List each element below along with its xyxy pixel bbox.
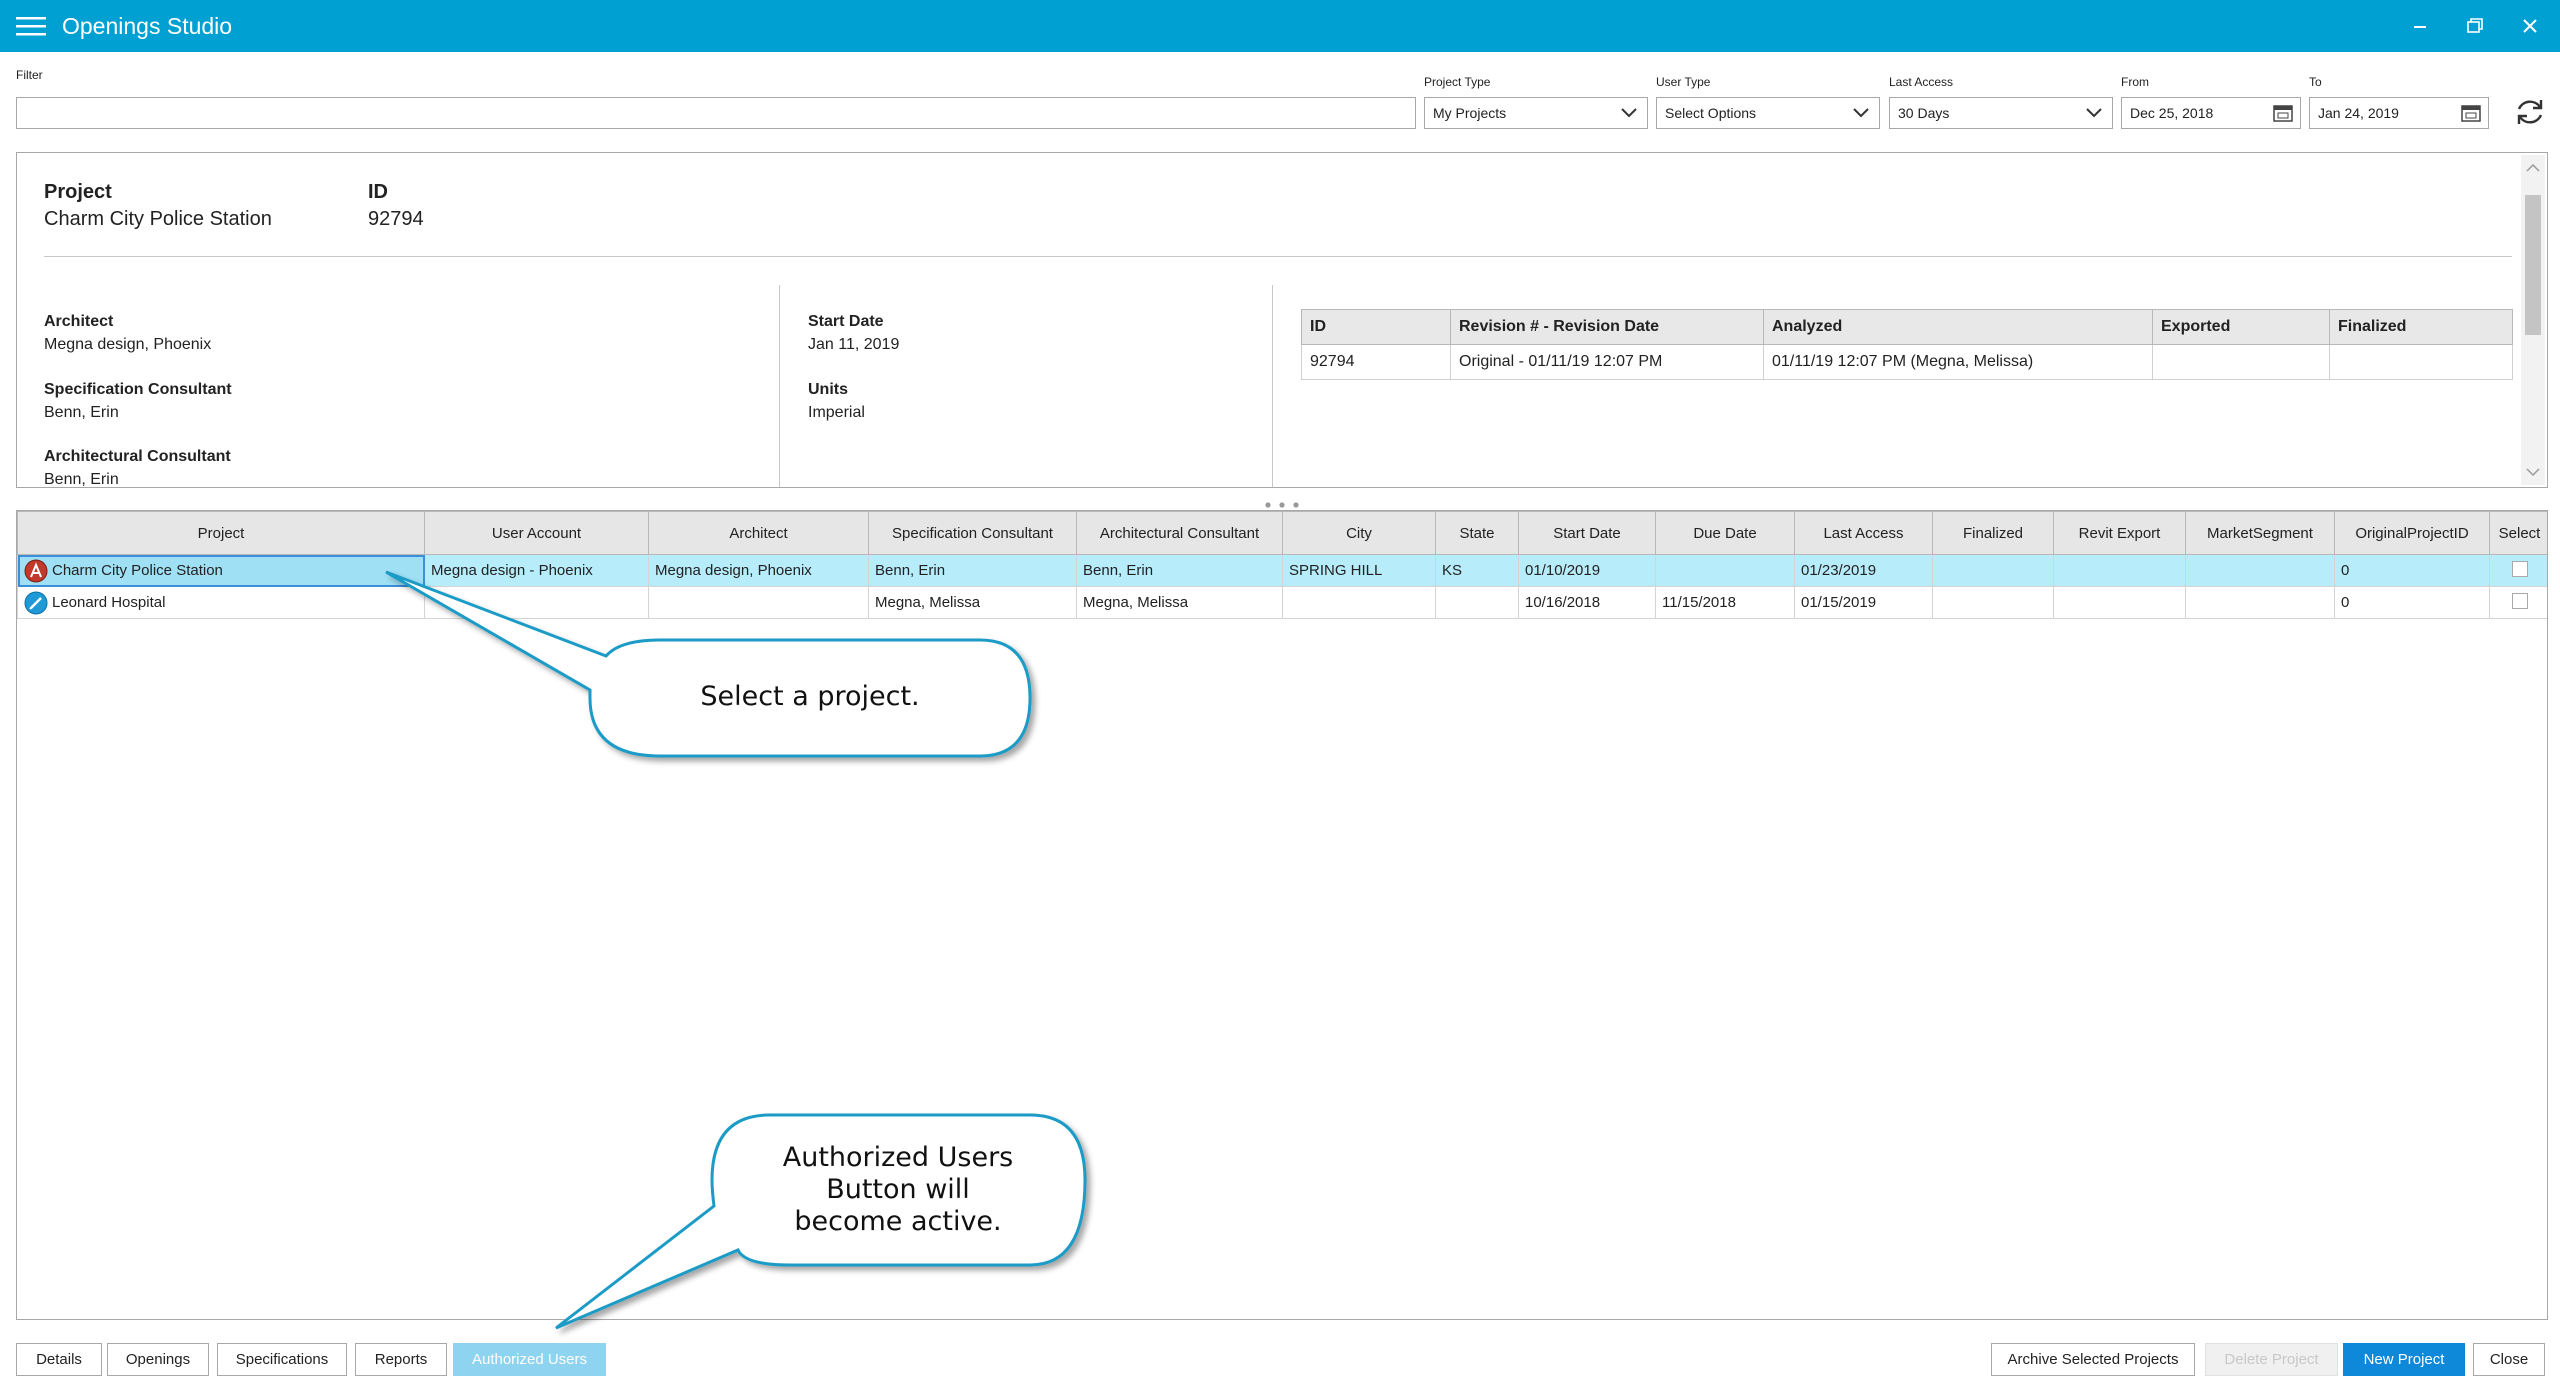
authorized-users-callout-text: Authorized Users Button will become acti… — [740, 1142, 1056, 1238]
callout-line: Authorized Users — [782, 1142, 1014, 1173]
select-project-callout-text: Select a project. — [700, 681, 920, 712]
select-project-callout — [385, 570, 1032, 758]
callout-overlay — [385, 570, 1087, 1330]
callout-line: become active. — [794, 1206, 1002, 1237]
callout-line: Button will — [826, 1174, 970, 1205]
